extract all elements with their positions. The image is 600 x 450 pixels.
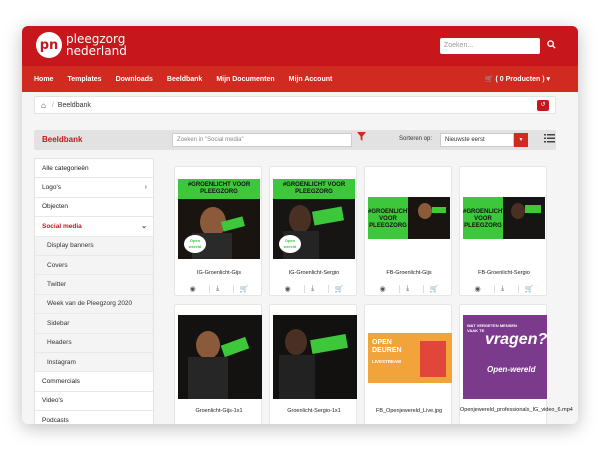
cart-icon[interactable]: 🛒 — [517, 285, 533, 293]
media-card[interactable]: #GROENLICHT VOOR PLEEGZORG Open wereld I… — [174, 166, 262, 296]
cart-icon: 🛒 — [484, 76, 494, 83]
media-card[interactable]: #GROENLICHT VOOR PLEEGZORG FB-Groenlicht… — [459, 166, 547, 296]
eye-icon[interactable]: ◉ — [285, 285, 291, 293]
sidebar-item-sidebar[interactable]: Sidebar — [35, 314, 153, 334]
media-card[interactable]: OPEN DEUREN LIVESTREAM FB_Openjewereld_L… — [364, 304, 452, 424]
browser-window: pn pleegzorg nederland Zoeken... Home Te… — [22, 26, 578, 424]
stamp-text: Open wereld — [279, 235, 301, 253]
sidebar-item-videos[interactable]: Video's — [35, 392, 153, 412]
sidebar-item-headers[interactable]: Headers — [35, 333, 153, 353]
thumbnail-image: #GROENLICHT VOOR PLEEGZORG Open wereld — [178, 179, 260, 261]
chevron-right-icon: › — [144, 184, 147, 192]
nav-mijn-account[interactable]: Mijn Account — [289, 76, 333, 83]
sidebar-item-alle-categorieen[interactable]: Alle categorieën — [35, 159, 153, 179]
search-input[interactable]: Zoeken... — [440, 38, 540, 54]
logo-mark: pn — [36, 32, 62, 58]
back-icon[interactable]: ↺ — [537, 100, 549, 111]
brand-logo[interactable]: pn pleegzorg nederland — [36, 32, 127, 58]
breadcrumb-separator: / — [51, 101, 54, 109]
banner-text: #GROENLICHT VOOR PLEEGZORG — [368, 197, 411, 239]
sub-text: LIVESTREAM — [372, 359, 402, 364]
sidebar-item-covers[interactable]: Covers — [35, 255, 153, 276]
eye-icon[interactable]: ◉ — [190, 285, 196, 293]
banner-text: #GROENLICHT VOOR PLEEGZORG — [463, 197, 506, 239]
sidebar-item-instagram[interactable]: Instagram — [35, 352, 153, 373]
sidebar-item-twitter[interactable]: Twitter — [35, 275, 153, 295]
breadcrumb-current: Beeldbank — [57, 101, 91, 109]
card-title: FB-Groenlicht-Sergio — [478, 270, 530, 276]
eye-icon[interactable]: ◉ — [475, 285, 481, 293]
nav-mijn-documenten[interactable]: Mijn Documenten — [216, 76, 274, 83]
card-title: FB-Groenlicht-Gijs — [386, 270, 432, 276]
banner-text: #GROENLICHT VOOR PLEEGZORG — [273, 179, 355, 199]
media-card[interactable]: Groenlicht-Sergio-1x1 — [269, 304, 357, 424]
sort-label: Sorteren op: — [399, 136, 433, 142]
thumbnail-image: #GROENLICHT VOOR PLEEGZORG Open wereld — [273, 179, 355, 261]
top-header: pn pleegzorg nederland Zoeken... — [22, 26, 578, 66]
nav-home[interactable]: Home — [34, 76, 53, 83]
breadcrumb: ⌂ / Beeldbank ↺ — [34, 96, 556, 114]
category-sidebar: Alle categorieën Logo's › Objecten Social… — [34, 158, 154, 424]
card-title: FB_Openjewereld_Live.jpg — [375, 408, 443, 414]
banner-text: #GROENLICHT VOOR PLEEGZORG — [178, 179, 260, 199]
filter-search-input[interactable]: Zoeken in "Social media" — [172, 133, 352, 147]
home-icon[interactable]: ⌂ — [41, 101, 46, 110]
card-title: IG-Groenlicht-Sergio — [288, 270, 340, 276]
banner-text: OPEN DEUREN — [372, 339, 402, 354]
sidebar-item-podcasts[interactable]: Podcasts — [35, 411, 153, 424]
media-card[interactable]: WAT VERGETEN MENSEN VAAK TE vragen? Open… — [459, 304, 573, 424]
sidebar-item-logos[interactable]: Logo's › — [35, 178, 153, 198]
thumbnail-image — [273, 315, 357, 399]
card-title: Groenlicht-Sergio-1x1 — [287, 408, 341, 414]
big-text: vragen? — [485, 331, 548, 348]
download-icon[interactable]: ⤓ — [304, 285, 314, 293]
media-card[interactable]: #GROENLICHT VOOR PLEEGZORG Open wereld I… — [269, 166, 357, 296]
cart-label: ( 0 Producten ) — [495, 76, 545, 83]
cart-icon[interactable]: 🛒 — [232, 285, 248, 293]
nav-downloads[interactable]: Downloads — [116, 76, 153, 83]
cart-button[interactable]: 🛒 ( 0 Producten ) ▾ — [485, 75, 550, 83]
sort-select[interactable]: Nieuwste eerst — [440, 133, 514, 147]
download-icon[interactable]: ⤓ — [494, 285, 504, 293]
toolbar: Beeldbank Zoeken in "Social media" Sorte… — [34, 130, 556, 150]
cart-icon[interactable]: 🛒 — [422, 285, 438, 293]
logo-line-2: nederland — [66, 44, 127, 58]
filter-icon[interactable] — [357, 132, 366, 144]
thumbnail-image: OPEN DEUREN LIVESTREAM — [368, 333, 452, 383]
card-title: Groenlicht-Gijs-1x1 — [195, 408, 243, 414]
sidebar-item-commercials[interactable]: Commercials — [35, 372, 153, 392]
main-nav: Home Templates Downloads Beeldbank Mijn … — [22, 66, 578, 92]
chevron-down-icon: ⌄ — [141, 223, 147, 231]
list-view-icon[interactable] — [544, 134, 555, 146]
nav-beeldbank[interactable]: Beeldbank — [167, 76, 202, 83]
page-title: Beeldbank — [42, 135, 83, 144]
media-card[interactable]: #GROENLICHT VOOR PLEEGZORG FB-Groenlicht… — [364, 166, 452, 296]
media-grid: #GROENLICHT VOOR PLEEGZORG Open wereld I… — [174, 166, 574, 424]
thumbnail-image: #GROENLICHT VOOR PLEEGZORG — [463, 197, 545, 239]
sidebar-item-objecten[interactable]: Objecten — [35, 198, 153, 218]
search-icon[interactable] — [543, 38, 559, 54]
stamp-text: Open wereld — [184, 235, 206, 253]
media-card[interactable]: Groenlicht-Gijs-1x1 — [174, 304, 262, 424]
chevron-down-icon[interactable]: ▾ — [514, 133, 528, 147]
card-title: IG-Groenlicht-Gijs — [196, 270, 241, 276]
sidebar-item-social-media[interactable]: Social media ⌄ — [35, 217, 153, 237]
thumbnail-image — [178, 315, 262, 399]
cart-icon[interactable]: 🛒 — [327, 285, 343, 293]
download-icon[interactable]: ⤓ — [209, 285, 219, 293]
eye-icon[interactable]: ◉ — [380, 285, 386, 293]
sidebar-item-week-van-de-pleegzorg[interactable]: Week van de Pleegzorg 2020 — [35, 294, 153, 315]
card-title: Openjewereld_professionals_IG_video_6.mp… — [460, 407, 573, 413]
download-icon[interactable]: ⤓ — [399, 285, 409, 293]
thumbnail-image: WAT VERGETEN MENSEN VAAK TE vragen? Open… — [463, 315, 547, 399]
sidebar-item-display-banners[interactable]: Display banners — [35, 236, 153, 256]
thumbnail-image: #GROENLICHT VOOR PLEEGZORG — [368, 197, 450, 239]
nav-templates[interactable]: Templates — [67, 76, 101, 83]
stamp-text: Open-wereld — [487, 365, 536, 374]
